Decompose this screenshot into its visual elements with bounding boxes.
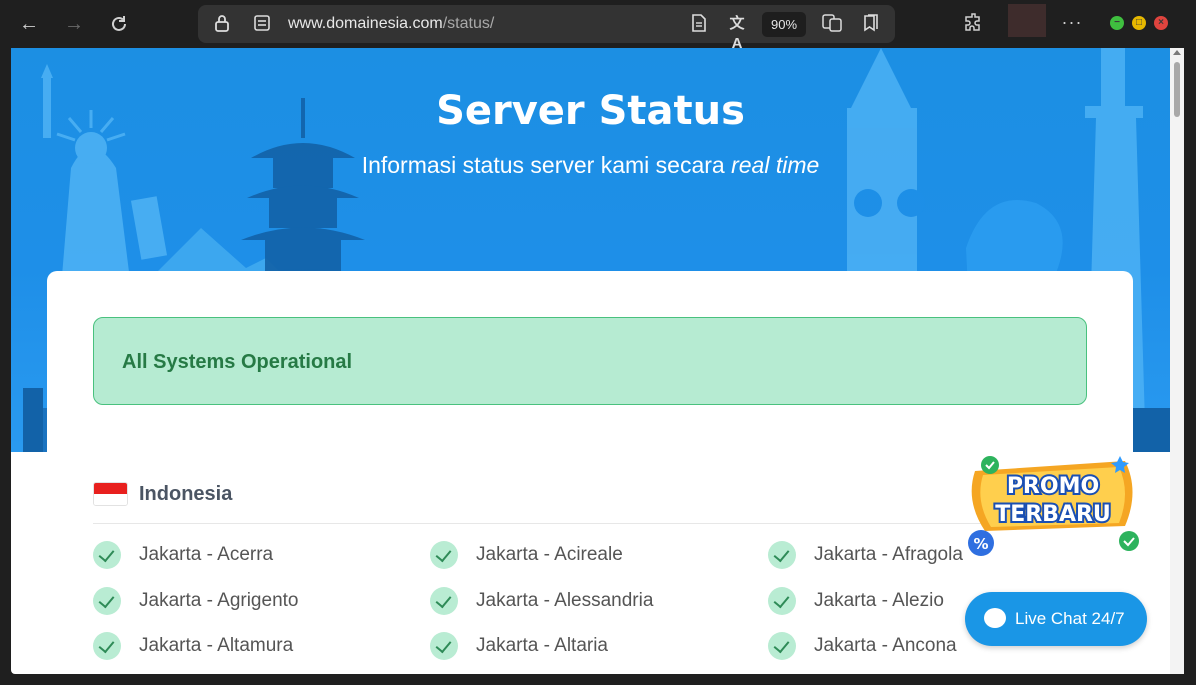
indonesia-flag-icon — [93, 482, 128, 506]
url-host: www.domainesia.com — [288, 15, 443, 32]
region-name: Indonesia — [139, 483, 233, 505]
back-icon[interactable]: ← — [15, 10, 43, 38]
chat-bubble-icon — [984, 608, 1006, 628]
svg-text:%: % — [973, 535, 988, 553]
maximize-icon[interactable]: □ — [1132, 16, 1146, 30]
forward-icon[interactable]: → — [60, 10, 88, 38]
check-icon — [430, 632, 458, 660]
scrollbar-thumb[interactable] — [1174, 62, 1180, 117]
close-icon[interactable]: × — [1154, 16, 1168, 30]
page-title: Server Status — [436, 88, 745, 134]
subtitle-plain: Informasi status server kami secara — [361, 152, 732, 178]
reader-mode-icon[interactable] — [689, 14, 709, 34]
extensions-icon[interactable] — [962, 12, 986, 36]
check-icon — [768, 587, 796, 615]
favorites-icon[interactable] — [860, 14, 880, 34]
address-bar[interactable]: www.domainesia.com/status/ 文A 90% — [198, 5, 895, 52]
immersive-reader-icon[interactable] — [822, 14, 842, 34]
server-name: Jakarta - Ancona — [814, 635, 957, 656]
promo-line2: TERBARU — [995, 502, 1111, 527]
check-icon — [768, 632, 796, 660]
profile-avatar[interactable] — [1008, 4, 1046, 37]
server-name: Jakarta - Altamura — [139, 635, 294, 656]
check-icon — [93, 541, 121, 569]
site-settings-icon[interactable] — [252, 14, 272, 34]
more-menu-icon[interactable]: ··· — [1060, 12, 1084, 33]
minimize-icon[interactable]: − — [1110, 16, 1124, 30]
url-text[interactable]: www.domainesia.com/status/ — [288, 15, 494, 33]
promo-line1: PROMO — [1007, 474, 1099, 499]
check-icon — [93, 632, 121, 660]
live-chat-label: Live Chat 24/7 — [1015, 609, 1125, 628]
lock-icon[interactable] — [212, 14, 232, 34]
server-name: Jakarta - Acireale — [476, 544, 623, 565]
zoom-level[interactable]: 90% — [762, 12, 806, 37]
overall-status-banner: All Systems Operational — [93, 317, 1087, 405]
server-name: Jakarta - Alessandria — [476, 590, 654, 611]
check-icon — [93, 587, 121, 615]
check-icon — [430, 587, 458, 615]
overall-status-text: All Systems Operational — [122, 351, 353, 373]
url-path: /status/ — [442, 15, 495, 32]
scrollbar[interactable] — [1170, 48, 1184, 674]
server-name: Jakarta - Alezio — [814, 590, 944, 611]
page-viewport: Server Status Informasi status server ka… — [11, 48, 1184, 674]
server-name: Jakarta - Acerra — [139, 544, 274, 565]
translate-icon[interactable]: 文A — [727, 14, 747, 52]
server-name: Jakarta - Agrigento — [139, 590, 299, 611]
server-name: Jakarta - Afragola — [814, 544, 963, 565]
scroll-up-icon[interactable] — [1173, 50, 1181, 55]
region-divider — [93, 523, 1087, 524]
reload-icon[interactable] — [105, 10, 133, 38]
check-icon — [430, 541, 458, 569]
browser-toolbar: ← → www.domainesia.com/status/ 文A 90% ··… — [0, 0, 1196, 52]
check-icon — [768, 541, 796, 569]
server-name: Jakarta - Altaria — [476, 635, 608, 656]
page-subtitle: Informasi status server kami secara real… — [11, 152, 1170, 179]
subtitle-italic: real time — [731, 152, 820, 178]
live-chat-button[interactable]: Live Chat 24/7 — [965, 592, 1147, 646]
promo-badge[interactable]: PROMO TERBARU % — [955, 451, 1145, 561]
